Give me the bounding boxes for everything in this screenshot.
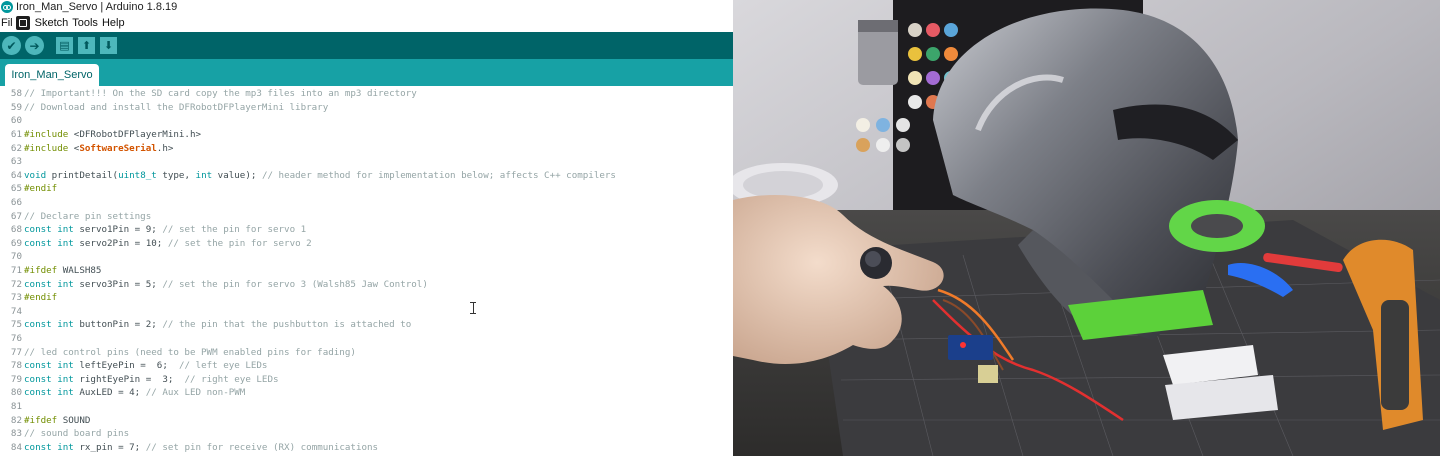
line-number: 64 [10, 169, 22, 181]
code-text: #ifdef WALSH85 [24, 265, 102, 277]
code-text: const int buttonPin = 2; // the pin that… [24, 319, 412, 331]
screenshot-overlay-icon[interactable] [15, 16, 30, 30]
line-number: 75 [10, 319, 22, 331]
code-text: const int AuxLED = 4; // Aux LED non-PWM [24, 387, 246, 399]
arduino-ide-window: Iron_Man_Servo | Arduino 1.8.19 Fil Sket… [0, 0, 733, 456]
line-number: 84 [10, 441, 22, 453]
title-bar: Iron_Man_Servo | Arduino 1.8.19 [0, 0, 733, 14]
line-number: 82 [10, 414, 22, 426]
verify-button[interactable]: ✔ [2, 36, 21, 55]
line-number: 71 [10, 265, 22, 277]
line-number: 80 [10, 387, 22, 399]
window-title: Iron_Man_Servo | Arduino 1.8.19 [16, 1, 178, 13]
code-text: const int rx_pin = 7; // set pin for rec… [24, 441, 379, 453]
code-line[interactable]: 60 [0, 114, 24, 128]
menu-help[interactable]: Help [100, 17, 127, 29]
code-line[interactable]: 76 [0, 332, 24, 346]
code-line[interactable]: 74 [0, 305, 24, 319]
upload-button[interactable]: ➔ [25, 36, 44, 55]
code-line[interactable]: 77// led control pins (need to be PWM en… [0, 345, 356, 359]
code-line[interactable]: 71 #ifdef WALSH85 [0, 264, 102, 278]
line-number: 68 [10, 224, 22, 236]
line-number: 83 [10, 428, 22, 440]
line-number: 77 [10, 346, 22, 358]
code-line[interactable]: 64 void printDetail(uint8_t type, int val… [0, 169, 616, 183]
code-text: // led control pins (need to be PWM enab… [24, 346, 356, 358]
code-line[interactable]: 63 [0, 155, 24, 169]
code-line[interactable]: 79 const int rightEyePin = 3; // right ey… [0, 373, 279, 387]
code-line[interactable]: 59// Download and install the DFRobotDFP… [0, 101, 328, 115]
code-line[interactable]: 75 const int buttonPin = 2; // the pin th… [0, 318, 411, 332]
code-text: const int servo3Pin = 5; // set the pin … [24, 278, 428, 290]
line-number: 81 [10, 401, 22, 413]
menu-tools[interactable]: Tools [70, 17, 100, 29]
line-number: 69 [10, 237, 22, 249]
line-number: 62 [10, 142, 22, 154]
arduino-nano-board [948, 335, 993, 360]
code-text: #include <SoftwareSerial.h> [24, 142, 174, 154]
code-text: // Important!!! On the SD card copy the … [24, 88, 417, 100]
code-line[interactable]: 84 const int rx_pin = 7; // set pin for r… [0, 441, 378, 455]
code-text: #endif [24, 183, 58, 195]
toolbar: ✔ ➔ ▤ ⬆ ⬇ [0, 32, 733, 59]
line-number: 61 [10, 129, 22, 141]
code-text: // sound board pins [24, 428, 130, 440]
code-line[interactable]: 65 #endif [0, 182, 57, 196]
line-number: 72 [10, 278, 22, 290]
line-number: 58 [10, 88, 22, 100]
menu-bar: Fil Sketch Tools Help [0, 14, 733, 32]
code-line[interactable]: 68 const int servo1Pin = 9; // set the pi… [0, 223, 306, 237]
code-text: const int leftEyePin = 6; // left eye LE… [24, 360, 268, 372]
text-cursor-icon [470, 302, 476, 314]
code-line[interactable]: 80 const int AuxLED = 4; // Aux LED non-P… [0, 386, 245, 400]
code-text: // Declare pin settings [24, 210, 152, 222]
code-line[interactable]: 70 [0, 250, 24, 264]
code-line[interactable]: 69 const int servo2Pin = 10; // set the p… [0, 237, 312, 251]
line-number: 63 [10, 156, 22, 168]
line-number: 78 [10, 360, 22, 372]
code-line[interactable]: 78 const int leftEyePin = 6; // left eye … [0, 359, 268, 373]
code-text: void printDetail(uint8_t type, int value… [24, 169, 616, 181]
save-sketch-button[interactable]: ⬇ [100, 37, 117, 54]
open-sketch-button[interactable]: ⬆ [78, 37, 95, 54]
code-line[interactable]: 62 #include <SoftwareSerial.h> [0, 141, 173, 155]
code-text: const int servo2Pin = 10; // set the pin… [24, 237, 312, 249]
code-line[interactable]: 82 #ifdef SOUND [0, 413, 90, 427]
code-line[interactable]: 58// Important!!! On the SD card copy th… [0, 87, 417, 101]
line-number: 74 [10, 305, 22, 317]
code-text: const int rightEyePin = 3; // right eye … [24, 373, 279, 385]
new-sketch-button[interactable]: ▤ [56, 37, 73, 54]
line-number: 79 [10, 373, 22, 385]
code-text: #endif [24, 292, 58, 304]
line-number: 65 [10, 183, 22, 195]
helmet-photo [733, 0, 1440, 456]
code-line[interactable]: 73 #endif [0, 291, 57, 305]
code-line[interactable]: 61 #include <DFRobotDFPlayerMini.h> [0, 128, 201, 142]
code-line[interactable]: 66 [0, 196, 24, 210]
menu-file[interactable]: Fil [0, 17, 13, 29]
code-text: #ifdef SOUND [24, 414, 91, 426]
helmet-photo-drawing [733, 0, 1440, 456]
line-number: 59 [10, 101, 22, 113]
line-number: 70 [10, 251, 22, 263]
code-text: // Download and install the DFRobotDFPla… [24, 101, 329, 113]
menu-sketch[interactable]: Sketch [33, 17, 71, 29]
line-number: 73 [10, 292, 22, 304]
line-number: 76 [10, 333, 22, 345]
code-line[interactable]: 83// sound board pins [0, 427, 129, 441]
code-text: const int servo1Pin = 9; // set the pin … [24, 224, 307, 236]
code-line[interactable]: 67// Declare pin settings [0, 209, 151, 223]
code-line[interactable]: 81 [0, 400, 24, 414]
code-editor[interactable]: 58// Important!!! On the SD card copy th… [0, 86, 733, 456]
arduino-logo-icon [1, 1, 13, 13]
tab-bar: Iron_Man_Servo [0, 59, 733, 86]
tab-iron-man-servo[interactable]: Iron_Man_Servo [5, 64, 99, 86]
line-number: 60 [10, 115, 22, 127]
line-number: 66 [10, 197, 22, 209]
code-line[interactable]: 72 const int servo3Pin = 5; // set the pi… [0, 277, 428, 291]
code-text: #include <DFRobotDFPlayerMini.h> [24, 129, 202, 141]
line-number: 67 [10, 210, 22, 222]
